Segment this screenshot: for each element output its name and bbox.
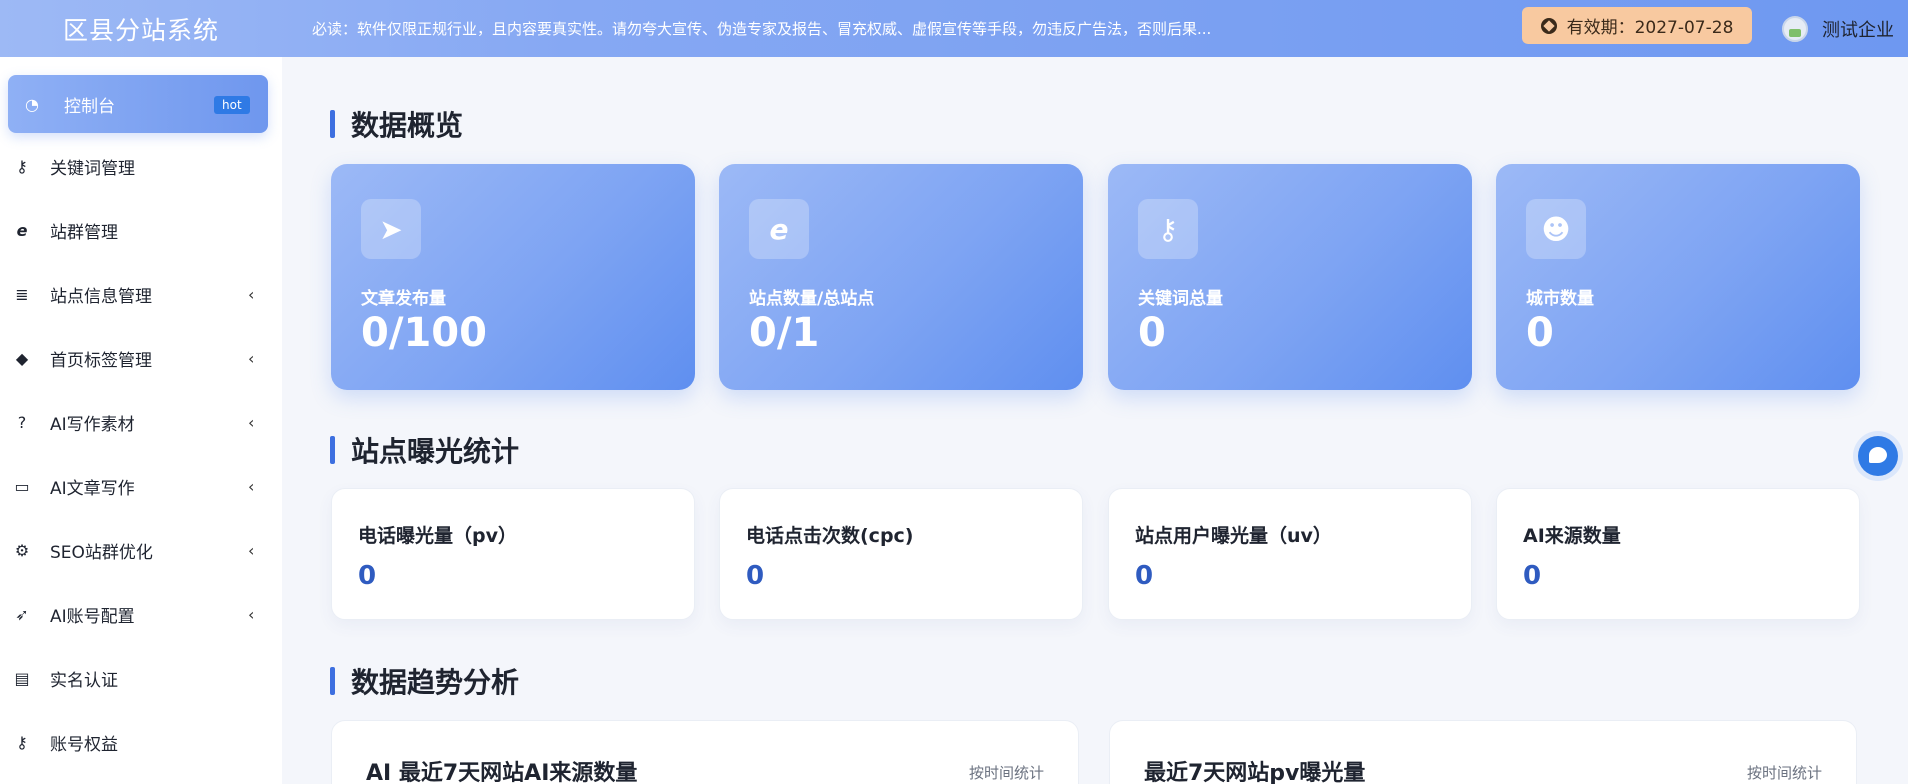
sidebar-item-site-group[interactable]: e 站群管理 [0,202,282,258]
trend-title: 最近7天网站pv曝光量 [1144,761,1366,784]
exposure-card-ai-source: AI来源数量 0 [1496,488,1860,620]
rocket-icon: ➶ [15,604,29,624]
key-icon: ⚷ [16,156,28,176]
chevron-left-icon: ‹ [248,604,255,624]
sidebar-item-account-rights[interactable]: ⚷ 账号权益 [0,714,282,770]
exposure-card-pv: 电话曝光量（pv） 0 [331,488,695,620]
exposure-value: 0 [746,561,765,591]
chevron-left-icon: ‹ [248,284,255,304]
trend-subtitle: 按时间统计 [1746,764,1822,782]
sidebar-item-home-tags[interactable]: ◆ 首页标签管理 ‹ [0,330,282,386]
chevron-left-icon: ‹ [248,476,255,496]
sidebar-item-ai-account[interactable]: ➶ AI账号配置 ‹ [0,586,282,642]
folder-icon: ▭ [14,476,30,496]
trend-card-ai-source: AI 最近7天网站AI来源数量 按时间统计 [331,720,1079,784]
section-title-overview: 数据概览 [330,104,463,144]
stat-card-articles: ➤ 文章发布量 0/100 [331,164,695,390]
ie-icon: e [749,199,809,259]
app-title: 区县分站系统 [62,15,219,45]
stat-label: 城市数量 [1526,289,1594,309]
stat-value: 0/100 [361,310,487,356]
chevron-left-icon: ‹ [248,412,255,432]
trend-card-pv: 最近7天网站pv曝光量 按时间统计 [1109,720,1857,784]
sidebar-item-label: 站群管理 [50,222,118,243]
expiry-text: 有效期：2027-07-28 [1566,18,1734,38]
users-icon: ☻ [1526,199,1586,259]
chat-float-button[interactable] [1858,436,1898,476]
gears-icon: ⚙ [14,540,30,560]
tags-icon: ◆ [15,348,29,368]
stat-value: 0 [1526,310,1554,356]
expiry-badge[interactable]: 有效期：2027-07-28 [1522,7,1752,44]
trend-title: AI 最近7天网站AI来源数量 [366,761,638,784]
stat-card-sites: e 站点数量/总站点 0/1 [719,164,1083,390]
sidebar-item-dashboard[interactable]: ◔ 控制台 hot [8,75,268,133]
id-card-icon: ▤ [14,668,30,688]
sidebar-item-keywords[interactable]: ⚷ 关键词管理 [0,138,282,194]
sidebar-item-label: 关键词管理 [50,158,135,179]
exposure-label: AI来源数量 [1523,525,1621,547]
key-icon: ⚷ [1138,199,1198,259]
stat-card-keywords: ⚷ 关键词总量 0 [1108,164,1472,390]
section-title-exposure: 站点曝光统计 [330,430,519,470]
sidebar-item-label: 站点信息管理 [50,286,152,307]
stat-value: 0/1 [749,310,820,356]
sidebar-item-label: 控制台 [64,96,115,117]
stat-card-cities: ☻ 城市数量 0 [1496,164,1860,390]
hot-badge: hot [214,96,250,114]
sidebar: ◔ 控制台 hot ⚷ 关键词管理 e 站群管理 ≣ 站点信息管理 ‹ ◆ 首页… [0,57,282,784]
key-icon: ⚷ [16,732,28,752]
sidebar-item-ai-writing[interactable]: ▭ AI文章写作 ‹ [0,458,282,514]
trend-subtitle: 按时间统计 [968,764,1044,782]
chevron-left-icon: ‹ [248,348,255,368]
exposure-value: 0 [358,561,377,591]
stat-value: 0 [1138,310,1166,356]
chevron-left-icon: ‹ [248,540,255,560]
sidebar-item-ai-materials[interactable]: ? AI写作素材 ‹ [0,394,282,450]
stat-label: 站点数量/总站点 [749,289,875,309]
sidebar-item-label: SEO站群优化 [50,542,153,563]
sidebar-item-verification[interactable]: ▤ 实名认证 [0,650,282,706]
exposure-card-cpc: 电话点击次数(cpc) 0 [719,488,1083,620]
avatar[interactable] [1782,15,1808,42]
exposure-card-uv: 站点用户曝光量（uv） 0 [1108,488,1472,620]
vip-icon [1540,17,1557,34]
sidebar-item-label: AI文章写作 [50,478,135,499]
sidebar-item-label: AI写作素材 [50,414,135,435]
user-menu[interactable]: 测试企业 [1782,0,1894,57]
exposure-label: 电话点击次数(cpc) [746,525,914,547]
dashboard-icon: ◔ [25,94,39,114]
exposure-label: 电话曝光量（pv） [358,525,517,547]
sidebar-item-seo[interactable]: ⚙ SEO站群优化 ‹ [0,522,282,578]
sidebar-item-label: 首页标签管理 [50,350,152,371]
stack-icon: ≣ [15,284,29,304]
sidebar-item-label: AI账号配置 [50,606,135,627]
stat-label: 关键词总量 [1138,289,1223,309]
section-title-trend: 数据趋势分析 [330,661,519,701]
sidebar-item-label: 账号权益 [50,734,118,755]
sidebar-item-label: 实名认证 [50,670,118,691]
notice-text: 必读：软件仅限正规行业，且内容要真实性。请勿夸大宣传、伪造专家及报告、冒充权威、… [312,20,1212,38]
stat-label: 文章发布量 [361,289,446,309]
exposure-label: 站点用户曝光量（uv） [1135,525,1332,547]
sidebar-item-site-info[interactable]: ≣ 站点信息管理 ‹ [0,266,282,322]
question-icon: ? [17,412,27,432]
user-name[interactable]: 测试企业 [1822,16,1894,42]
exposure-value: 0 [1523,561,1542,591]
exposure-value: 0 [1135,561,1154,591]
paper-plane-icon: ➤ [361,199,421,259]
ie-icon: e [16,220,28,240]
top-bar: 区县分站系统 必读：软件仅限正规行业，且内容要真实性。请勿夸大宣传、伪造专家及报… [0,0,1908,57]
